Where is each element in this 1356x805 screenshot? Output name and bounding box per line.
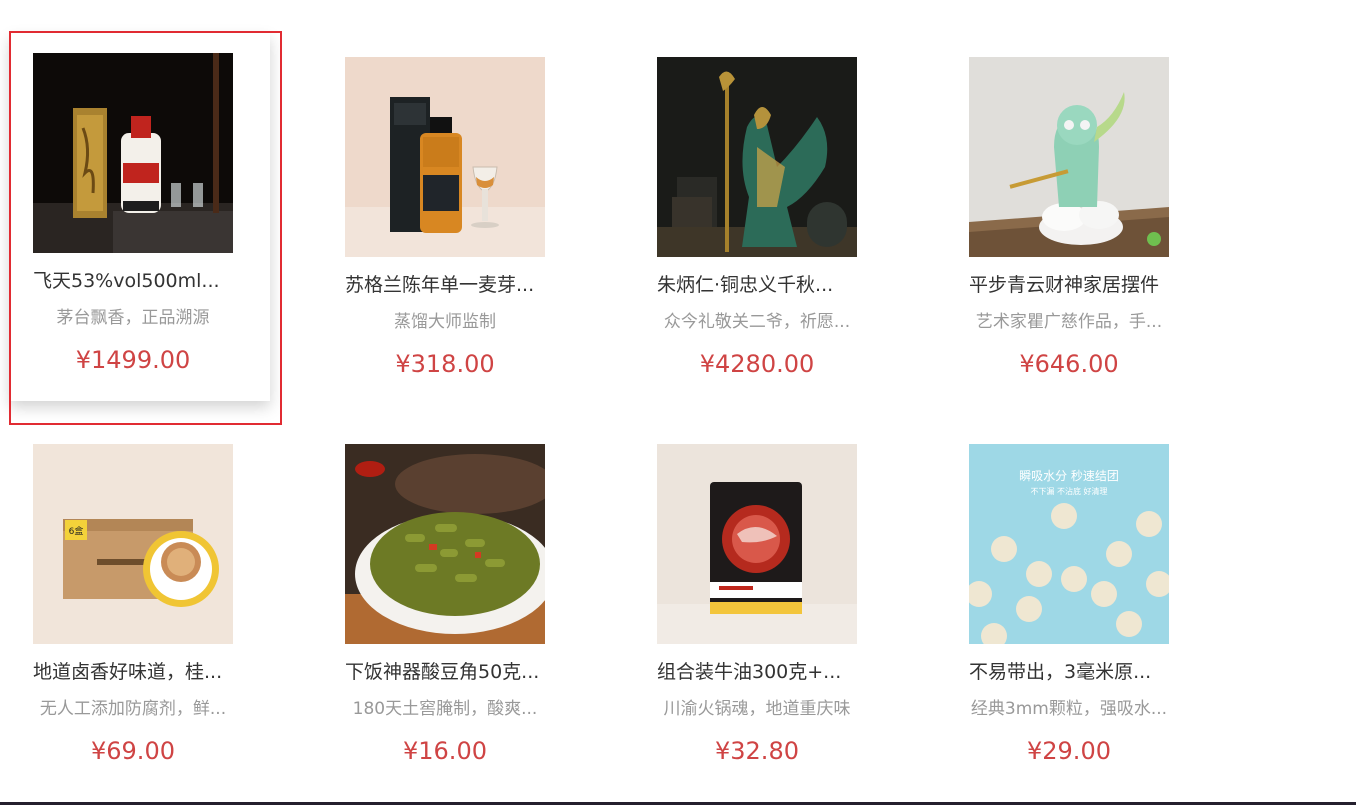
product-desc: 无人工添加防腐剂，鲜... xyxy=(39,699,227,719)
product-image[interactable] xyxy=(657,57,857,257)
product-desc: 茅台飘香，正品溯源 xyxy=(56,308,210,328)
product-name[interactable]: 朱炳仁·铜忠义千秋... xyxy=(657,273,857,297)
product-price: ¥1499.00 xyxy=(75,346,191,374)
product-card[interactable]: 飞天53%vol500ml... 茅台飘香，正品溯源 ¥1499.00 xyxy=(10,33,270,440)
product-card[interactable]: 平步青云财神家居摆件 艺术家瞿广慈作品，手... ¥646.00 xyxy=(969,57,1169,444)
product-name[interactable]: 下饭神器酸豆角50克... xyxy=(345,660,545,684)
product-desc: 艺术家瞿广慈作品，手... xyxy=(975,312,1163,332)
product-price: ¥646.00 xyxy=(1019,350,1119,378)
product-desc: 蒸馏大师监制 xyxy=(394,312,496,332)
product-price: ¥318.00 xyxy=(395,350,495,378)
product-price: ¥16.00 xyxy=(403,737,487,765)
product-desc: 众今礼敬关二爷，祈愿... xyxy=(663,312,851,332)
product-image[interactable] xyxy=(345,57,545,257)
product-name[interactable]: 不易带出，3毫米原... xyxy=(969,660,1169,684)
product-card[interactable]: 苏格兰陈年单一麦芽... 蒸馏大师监制 ¥318.00 xyxy=(345,57,545,444)
image-subcaption: 不下漏 不沾底 好清理 xyxy=(1030,486,1107,496)
product-image[interactable] xyxy=(345,444,545,644)
svg-text:6盒: 6盒 xyxy=(69,525,84,537)
product-price: ¥4280.00 xyxy=(699,350,815,378)
product-image[interactable] xyxy=(969,57,1169,257)
product-desc: 180天土窖腌制，酸爽... xyxy=(352,699,538,719)
product-price: ¥29.00 xyxy=(1027,737,1111,765)
product-name[interactable]: 平步青云财神家居摆件 xyxy=(969,273,1169,297)
product-card[interactable]: 瞬吸水分 秒速结团 不下漏 不沾底 好清理 不易带出，3毫米原... 经典3mm… xyxy=(969,444,1169,805)
product-card[interactable]: 下饭神器酸豆角50克... 180天土窖腌制，酸爽... ¥16.00 xyxy=(345,444,545,805)
product-image[interactable]: 6盒 xyxy=(33,444,233,644)
product-desc: 经典3mm颗粒，强吸水... xyxy=(970,699,1168,719)
product-image[interactable] xyxy=(657,444,857,644)
product-price: ¥32.80 xyxy=(715,737,799,765)
product-desc: 川渝火锅魂，地道重庆味 xyxy=(663,699,851,719)
product-name[interactable]: 飞天53%vol500ml... xyxy=(33,269,233,293)
product-name[interactable]: 地道卤香好味道，桂... xyxy=(33,660,233,684)
product-grid: 飞天53%vol500ml... 茅台飘香，正品溯源 ¥1499.00 苏格兰陈… xyxy=(10,33,1169,805)
product-grid-page: 飞天53%vol500ml... 茅台飘香，正品溯源 ¥1499.00 苏格兰陈… xyxy=(0,0,1356,805)
product-image[interactable] xyxy=(33,53,233,253)
product-name[interactable]: 苏格兰陈年单一麦芽... xyxy=(345,273,545,297)
product-image[interactable]: 瞬吸水分 秒速结团 不下漏 不沾底 好清理 xyxy=(969,444,1169,644)
product-name[interactable]: 组合装牛油300克+... xyxy=(657,660,857,684)
product-card[interactable]: 朱炳仁·铜忠义千秋... 众今礼敬关二爷，祈愿... ¥4280.00 xyxy=(657,57,857,444)
product-card[interactable]: 6盒 地道卤香好味道，桂... 无人工添加防腐剂，鲜... ¥69.00 xyxy=(33,444,233,805)
product-card[interactable]: 组合装牛油300克+... 川渝火锅魂，地道重庆味 ¥32.80 xyxy=(657,444,857,805)
image-caption: 瞬吸水分 秒速结团 xyxy=(1019,469,1119,483)
product-price: ¥69.00 xyxy=(91,737,175,765)
